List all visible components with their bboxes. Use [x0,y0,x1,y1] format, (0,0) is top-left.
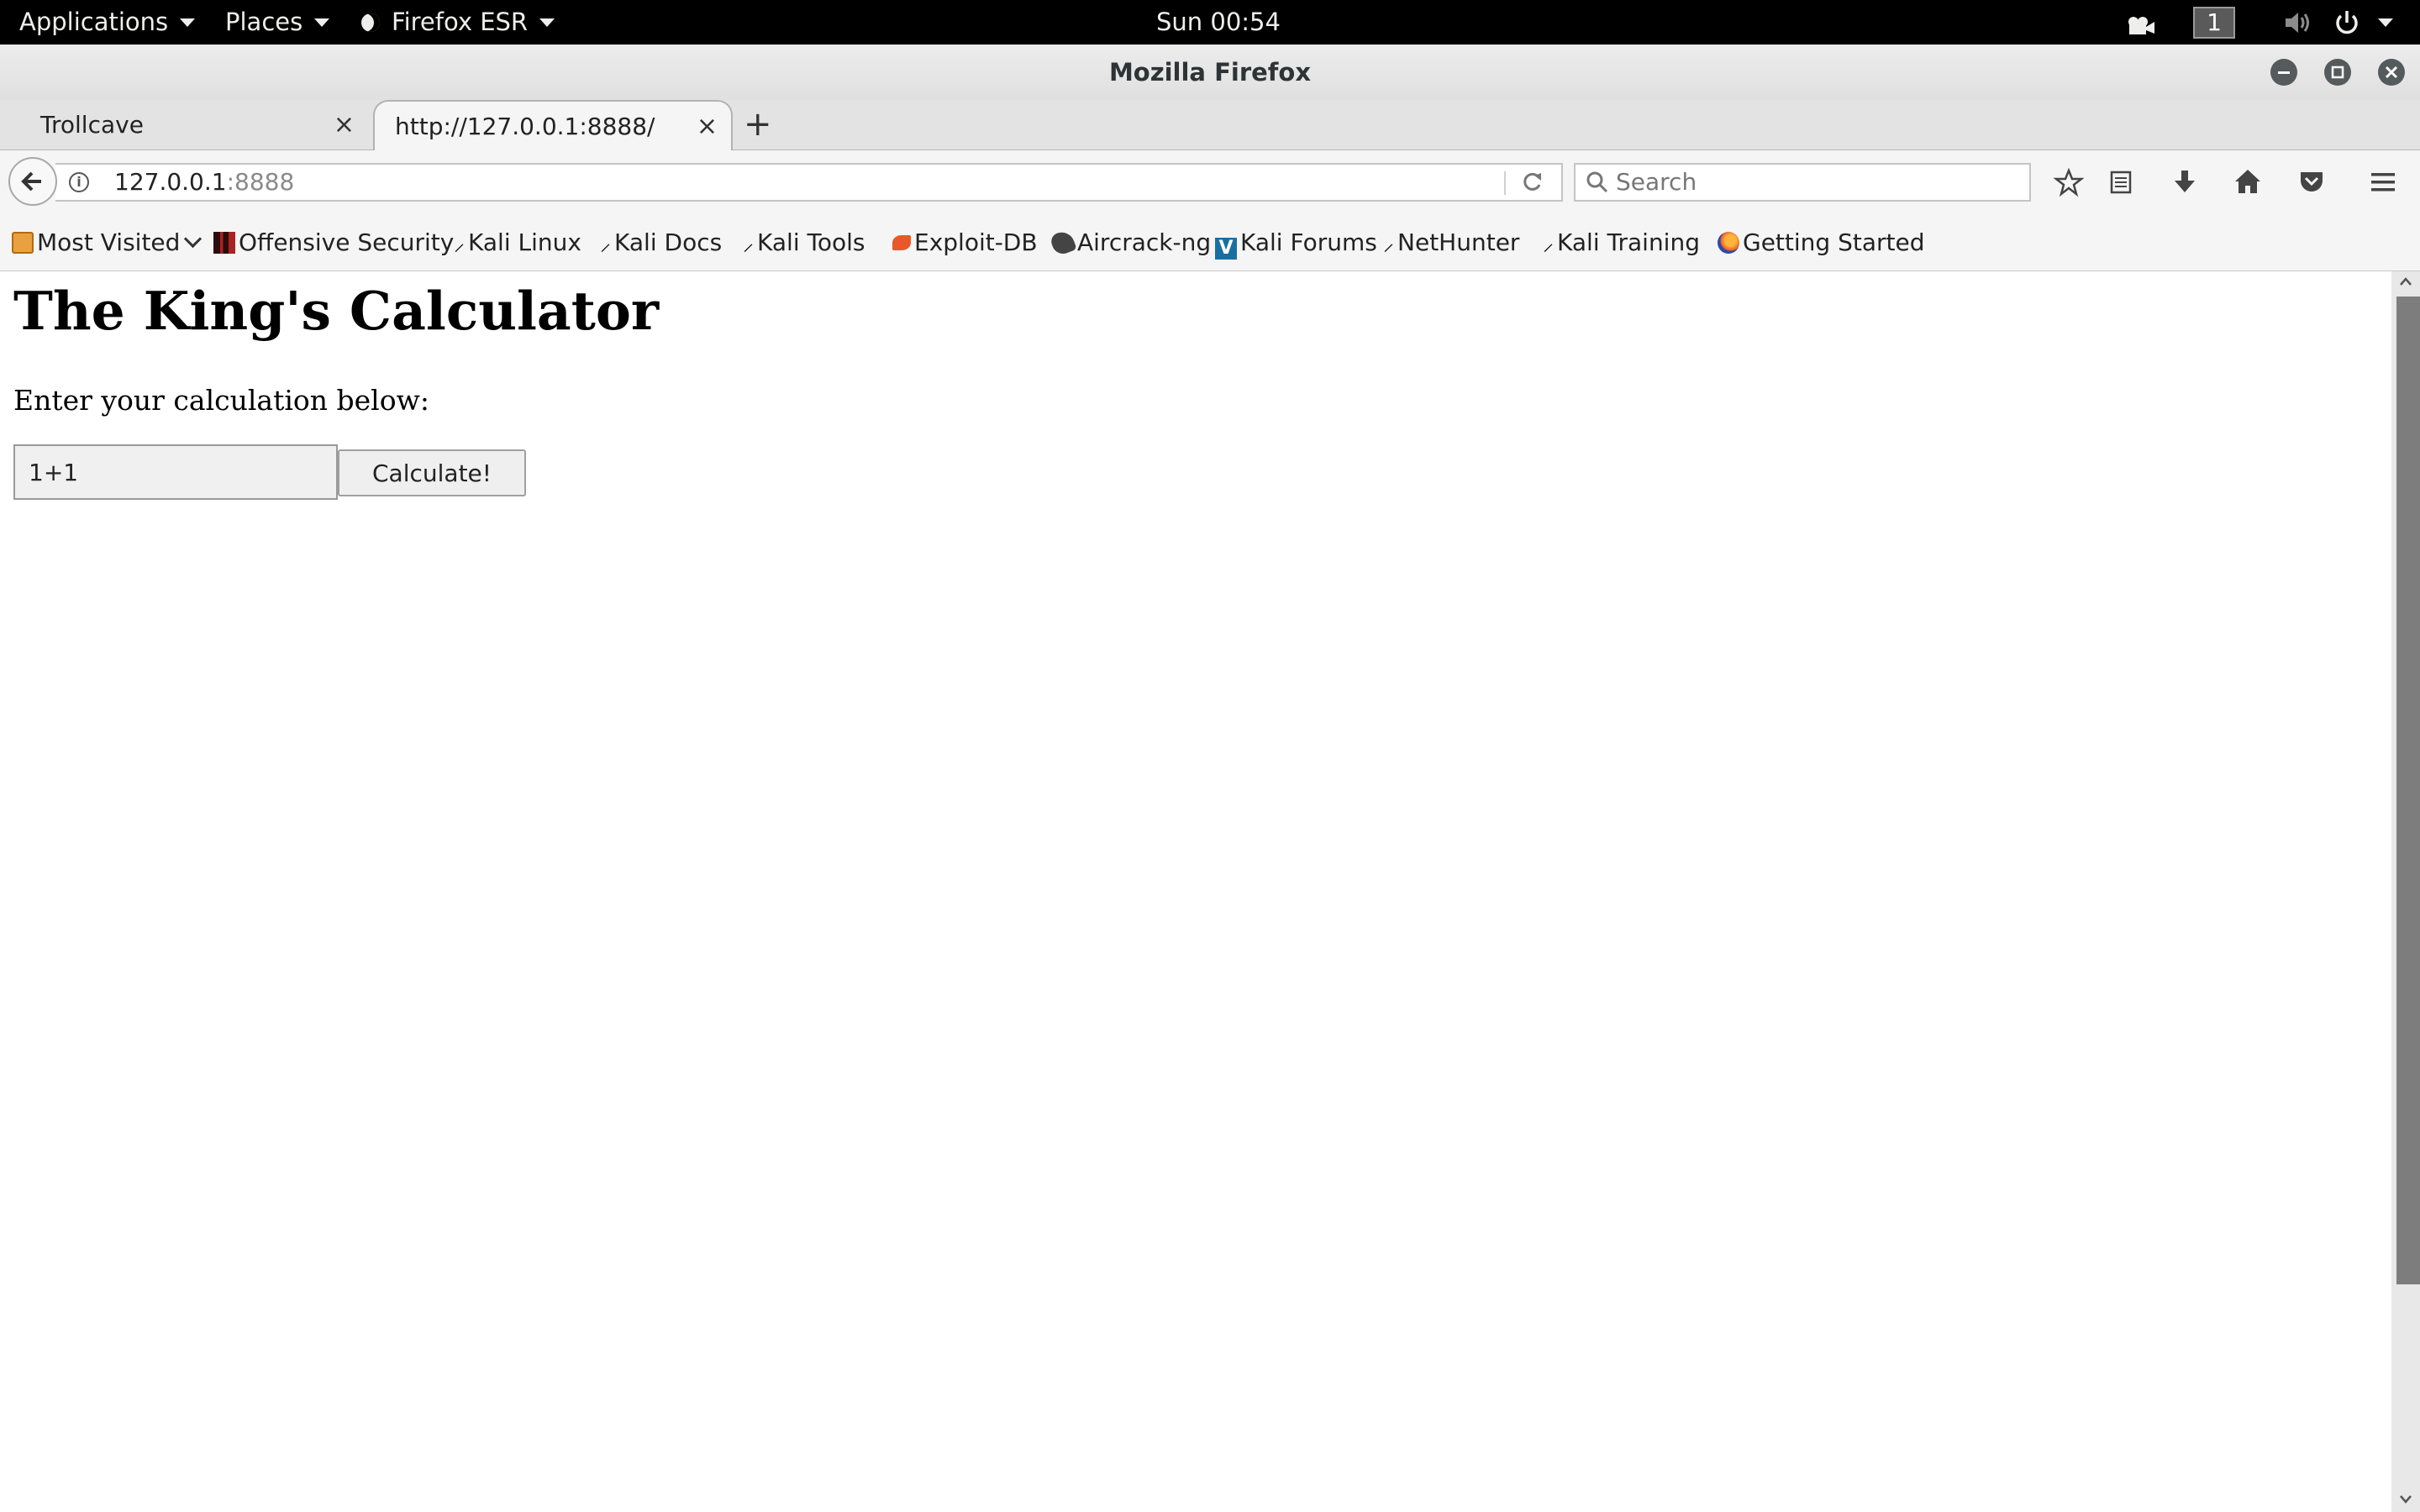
firefox-app-icon [361,13,380,32]
bookmark-star-icon[interactable] [2049,162,2089,202]
caret-down-icon [180,18,196,27]
workspace-indicator[interactable]: 1 [2193,7,2235,39]
video-camera-icon[interactable] [2126,13,2156,41]
tab-calculator[interactable]: http://127.0.0.1:8888/ × [373,100,733,151]
places-menu[interactable]: Places [225,0,330,45]
kali-forums-icon: V [1215,238,1237,260]
page-title: The King's Calculator [13,280,660,342]
bookmark-kali-tools[interactable]: ⸝ Kali Tools [743,214,865,272]
bookmark-label: Offensive Security [239,228,455,256]
kali-dragon-icon: ⸝ [454,231,466,256]
close-tab-icon[interactable]: × [697,102,718,151]
bookmarks-menu-icon[interactable] [2101,162,2141,202]
maximize-button[interactable] [2324,59,2351,86]
tab-label: http://127.0.0.1:8888/ [395,113,655,140]
search-bar[interactable]: Search [1574,163,2031,202]
caret-down-icon [314,18,330,27]
url-separator [1504,171,1506,195]
bookmark-label: Kali Docs [614,228,723,256]
url-bar[interactable]: i 127.0.0.1:8888 [55,163,1563,202]
power-icon[interactable] [2333,8,2361,43]
chevron-down-icon [184,229,203,249]
reload-icon[interactable] [1521,165,1544,210]
bookmark-label: NetHunter [1397,228,1520,256]
tab-strip: Trollcave × http://127.0.0.1:8888/ × + [0,100,2420,151]
applications-label: Applications [19,8,169,36]
url-text[interactable]: 127.0.0.1:8888 [114,165,294,200]
bookmark-kali-training[interactable]: ⸝ Kali Training [1543,214,1700,272]
caret-down-icon [539,18,555,27]
minimize-button[interactable] [2270,59,2297,86]
bookmark-label: Kali Linux [468,228,581,256]
scroll-down-arrow-icon[interactable] [2391,1491,2420,1512]
firefox-icon [1718,232,1739,254]
firefox-app-label: Firefox ESR [392,8,529,36]
system-top-bar: Applications Places Firefox ESR Sun 00:5… [0,0,2420,45]
kali-dragon-icon: ⸝ [743,231,755,256]
navigation-bar: i 127.0.0.1:8888 Search [0,150,2420,214]
caret-down-icon[interactable] [2378,18,2393,27]
applications-menu[interactable]: Applications [19,0,196,45]
places-label: Places [225,8,303,36]
bookmark-most-visited[interactable]: Most Visited [12,214,203,270]
site-info-icon[interactable]: i [69,172,89,192]
window-title: Mozilla Firefox [1108,58,1312,87]
bookmark-label: Kali Forums [1240,228,1377,256]
url-port: :8888 [226,168,295,196]
window-titlebar: Mozilla Firefox [0,45,2420,100]
bookmark-kali-linux[interactable]: ⸝ Kali Linux [454,214,581,272]
downloads-icon[interactable] [2165,162,2205,202]
bookmark-label: Exploit-DB [914,228,1038,256]
bookmark-getting-started[interactable]: Getting Started [1718,214,1924,270]
minimize-icon [2278,71,2290,74]
close-tab-icon[interactable]: × [334,100,355,150]
calculation-input[interactable] [13,444,338,500]
volume-icon[interactable] [2284,10,2314,41]
bookmark-label: Aircrack-ng [1077,228,1212,256]
calculate-button[interactable]: Calculate! [338,449,526,496]
search-icon [1586,165,1609,210]
kali-dragon-icon: ⸝ [1543,231,1555,256]
bookmark-aircrack-ng[interactable]: Aircrack-ng [1049,214,1212,270]
folder-icon [12,232,34,254]
scrollbar-thumb[interactable] [2396,297,2420,1284]
vertical-scrollbar[interactable] [2391,271,2420,1512]
bookmark-label: Getting Started [1743,228,1925,256]
search-placeholder: Search [1616,168,1697,196]
close-icon [2385,66,2398,79]
scroll-up-arrow-icon[interactable] [2391,273,2420,294]
kali-dragon-icon: ⸝ [600,231,612,256]
offsec-icon [213,232,235,254]
bookmark-label: Kali Tools [757,228,865,256]
bookmark-kali-forums[interactable]: V Kali Forums [1215,214,1377,270]
url-host: 127.0.0.1 [114,168,227,196]
bookmarks-toolbar: Most Visited Offensive Security ⸝ Kali Li… [0,214,2420,272]
bookmark-exploit-db[interactable]: Exploit-DB [892,214,1038,270]
pocket-icon[interactable] [2291,162,2332,202]
firefox-app-menu[interactable]: Firefox ESR [361,0,555,45]
exploit-db-icon [892,235,911,250]
calculation-prompt: Enter your calculation below: [13,384,429,417]
home-icon[interactable] [2228,162,2268,202]
bookmark-label: Most Visited [37,228,181,256]
bookmark-offensive-security[interactable]: Offensive Security [213,214,454,270]
kali-dragon-icon: ⸝ [1383,231,1395,256]
close-window-button[interactable] [2378,59,2405,86]
back-button[interactable] [8,157,57,206]
bookmark-label: Kali Training [1557,228,1700,256]
maximize-icon [2331,66,2344,79]
new-tab-button[interactable]: + [744,100,772,150]
hamburger-menu-icon[interactable] [2363,162,2403,202]
clock[interactable]: Sun 00:54 [1156,0,1281,45]
tab-trollcave[interactable]: Trollcave × [15,100,368,150]
bookmark-nethunter[interactable]: ⸝ NetHunter [1383,214,1519,272]
page-content: The King's Calculator Enter your calcula… [0,271,2391,1512]
back-arrow-icon [21,171,41,192]
tab-label: Trollcave [40,111,144,139]
aircrack-icon [1049,228,1077,257]
bookmark-kali-docs[interactable]: ⸝ Kali Docs [600,214,722,272]
